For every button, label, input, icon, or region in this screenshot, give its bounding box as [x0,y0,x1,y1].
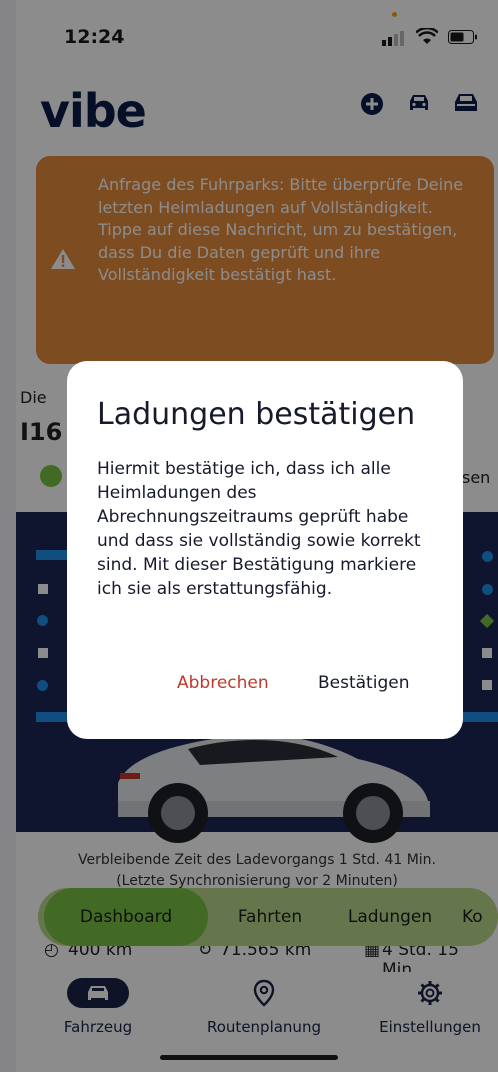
confirm-charges-dialog: Ladungen bestätigen Hiermit bestätige ic… [67,361,463,739]
confirm-button[interactable]: Bestätigen [318,673,409,693]
dialog-message: Hiermit bestätige ich, dass ich alle Hei… [97,459,421,599]
dialog-title: Ladungen bestätigen [97,397,416,432]
cancel-button[interactable]: Abbrechen [177,673,269,693]
home-indicator[interactable] [160,1055,338,1060]
